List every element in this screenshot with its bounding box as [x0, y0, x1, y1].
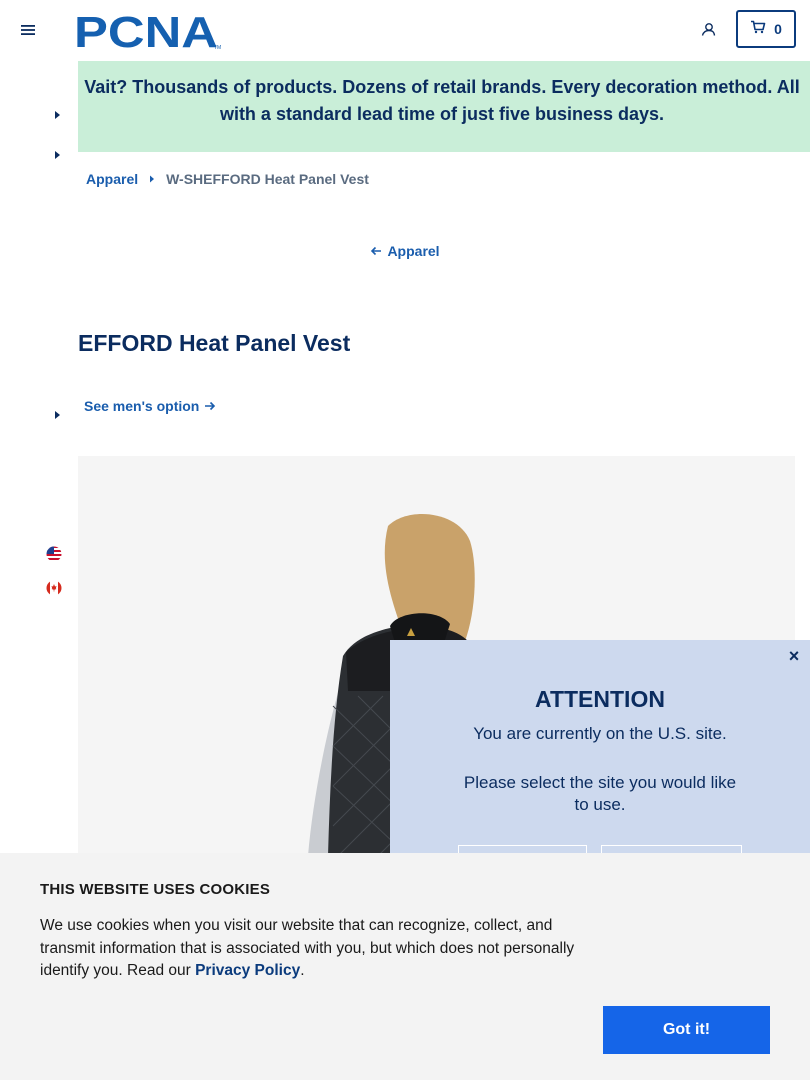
canada-flag-icon[interactable] — [46, 580, 62, 596]
see-mens-option-link[interactable]: See men's option — [84, 398, 216, 414]
caret-right-icon[interactable] — [53, 147, 63, 159]
account-icon[interactable] — [698, 20, 718, 40]
back-link-label: Apparel — [387, 243, 440, 259]
mens-option-label: See men's option — [84, 398, 200, 414]
modal-current-site-text: You are currently on the U.S. site. — [473, 724, 727, 743]
close-icon[interactable]: × — [786, 647, 802, 665]
modal-select-site-text: Please select the site you would like to… — [463, 773, 737, 814]
promo-banner-text: Vait? Thousands of products. Dozens of r… — [84, 77, 800, 124]
breadcrumb-current: W-SHEFFORD Heat Panel Vest — [166, 171, 369, 187]
back-to-apparel-link[interactable]: Apparel — [0, 243, 810, 259]
breadcrumb: Apparel W-SHEFFORD Heat Panel Vest — [86, 171, 369, 187]
cookie-banner: THIS WEBSITE USES COOKIES We use cookies… — [0, 853, 810, 1080]
cookie-period: . — [300, 962, 305, 979]
modal-title: ATTENTION — [535, 686, 665, 712]
pcna-logo[interactable]: PCNA TM — [74, 8, 224, 57]
caret-right-icon[interactable] — [53, 107, 63, 119]
arrow-right-icon — [204, 398, 216, 414]
cart-icon — [750, 20, 766, 39]
cart-button[interactable]: 0 — [736, 10, 796, 48]
caret-right-icon[interactable] — [53, 407, 63, 419]
cookie-body-text: We use cookies when you visit our websit… — [40, 917, 575, 979]
got-it-button[interactable]: Got it! — [603, 1006, 770, 1054]
promo-banner: Vait? Thousands of products. Dozens of r… — [78, 61, 810, 152]
site-selection-modal: × ATTENTION You are currently on the U.S… — [390, 640, 810, 875]
cookie-title: THIS WEBSITE USES COOKIES — [40, 881, 271, 898]
caret-right-icon — [148, 171, 156, 187]
arrow-left-icon — [370, 243, 382, 259]
site-header: PCNA TM 0 — [0, 0, 810, 60]
breadcrumb-apparel-link[interactable]: Apparel — [86, 171, 138, 187]
logo-tm: TM — [214, 45, 221, 51]
hamburger-menu-icon[interactable] — [18, 20, 38, 40]
cart-count: 0 — [774, 21, 782, 37]
privacy-policy-link[interactable]: Privacy Policy — [195, 962, 300, 979]
cookie-text: We use cookies when you visit our websit… — [40, 915, 610, 983]
us-flag-icon[interactable] — [46, 546, 62, 562]
logo-text: PCNA — [74, 9, 218, 51]
product-title: EFFORD Heat Panel Vest — [78, 330, 351, 356]
